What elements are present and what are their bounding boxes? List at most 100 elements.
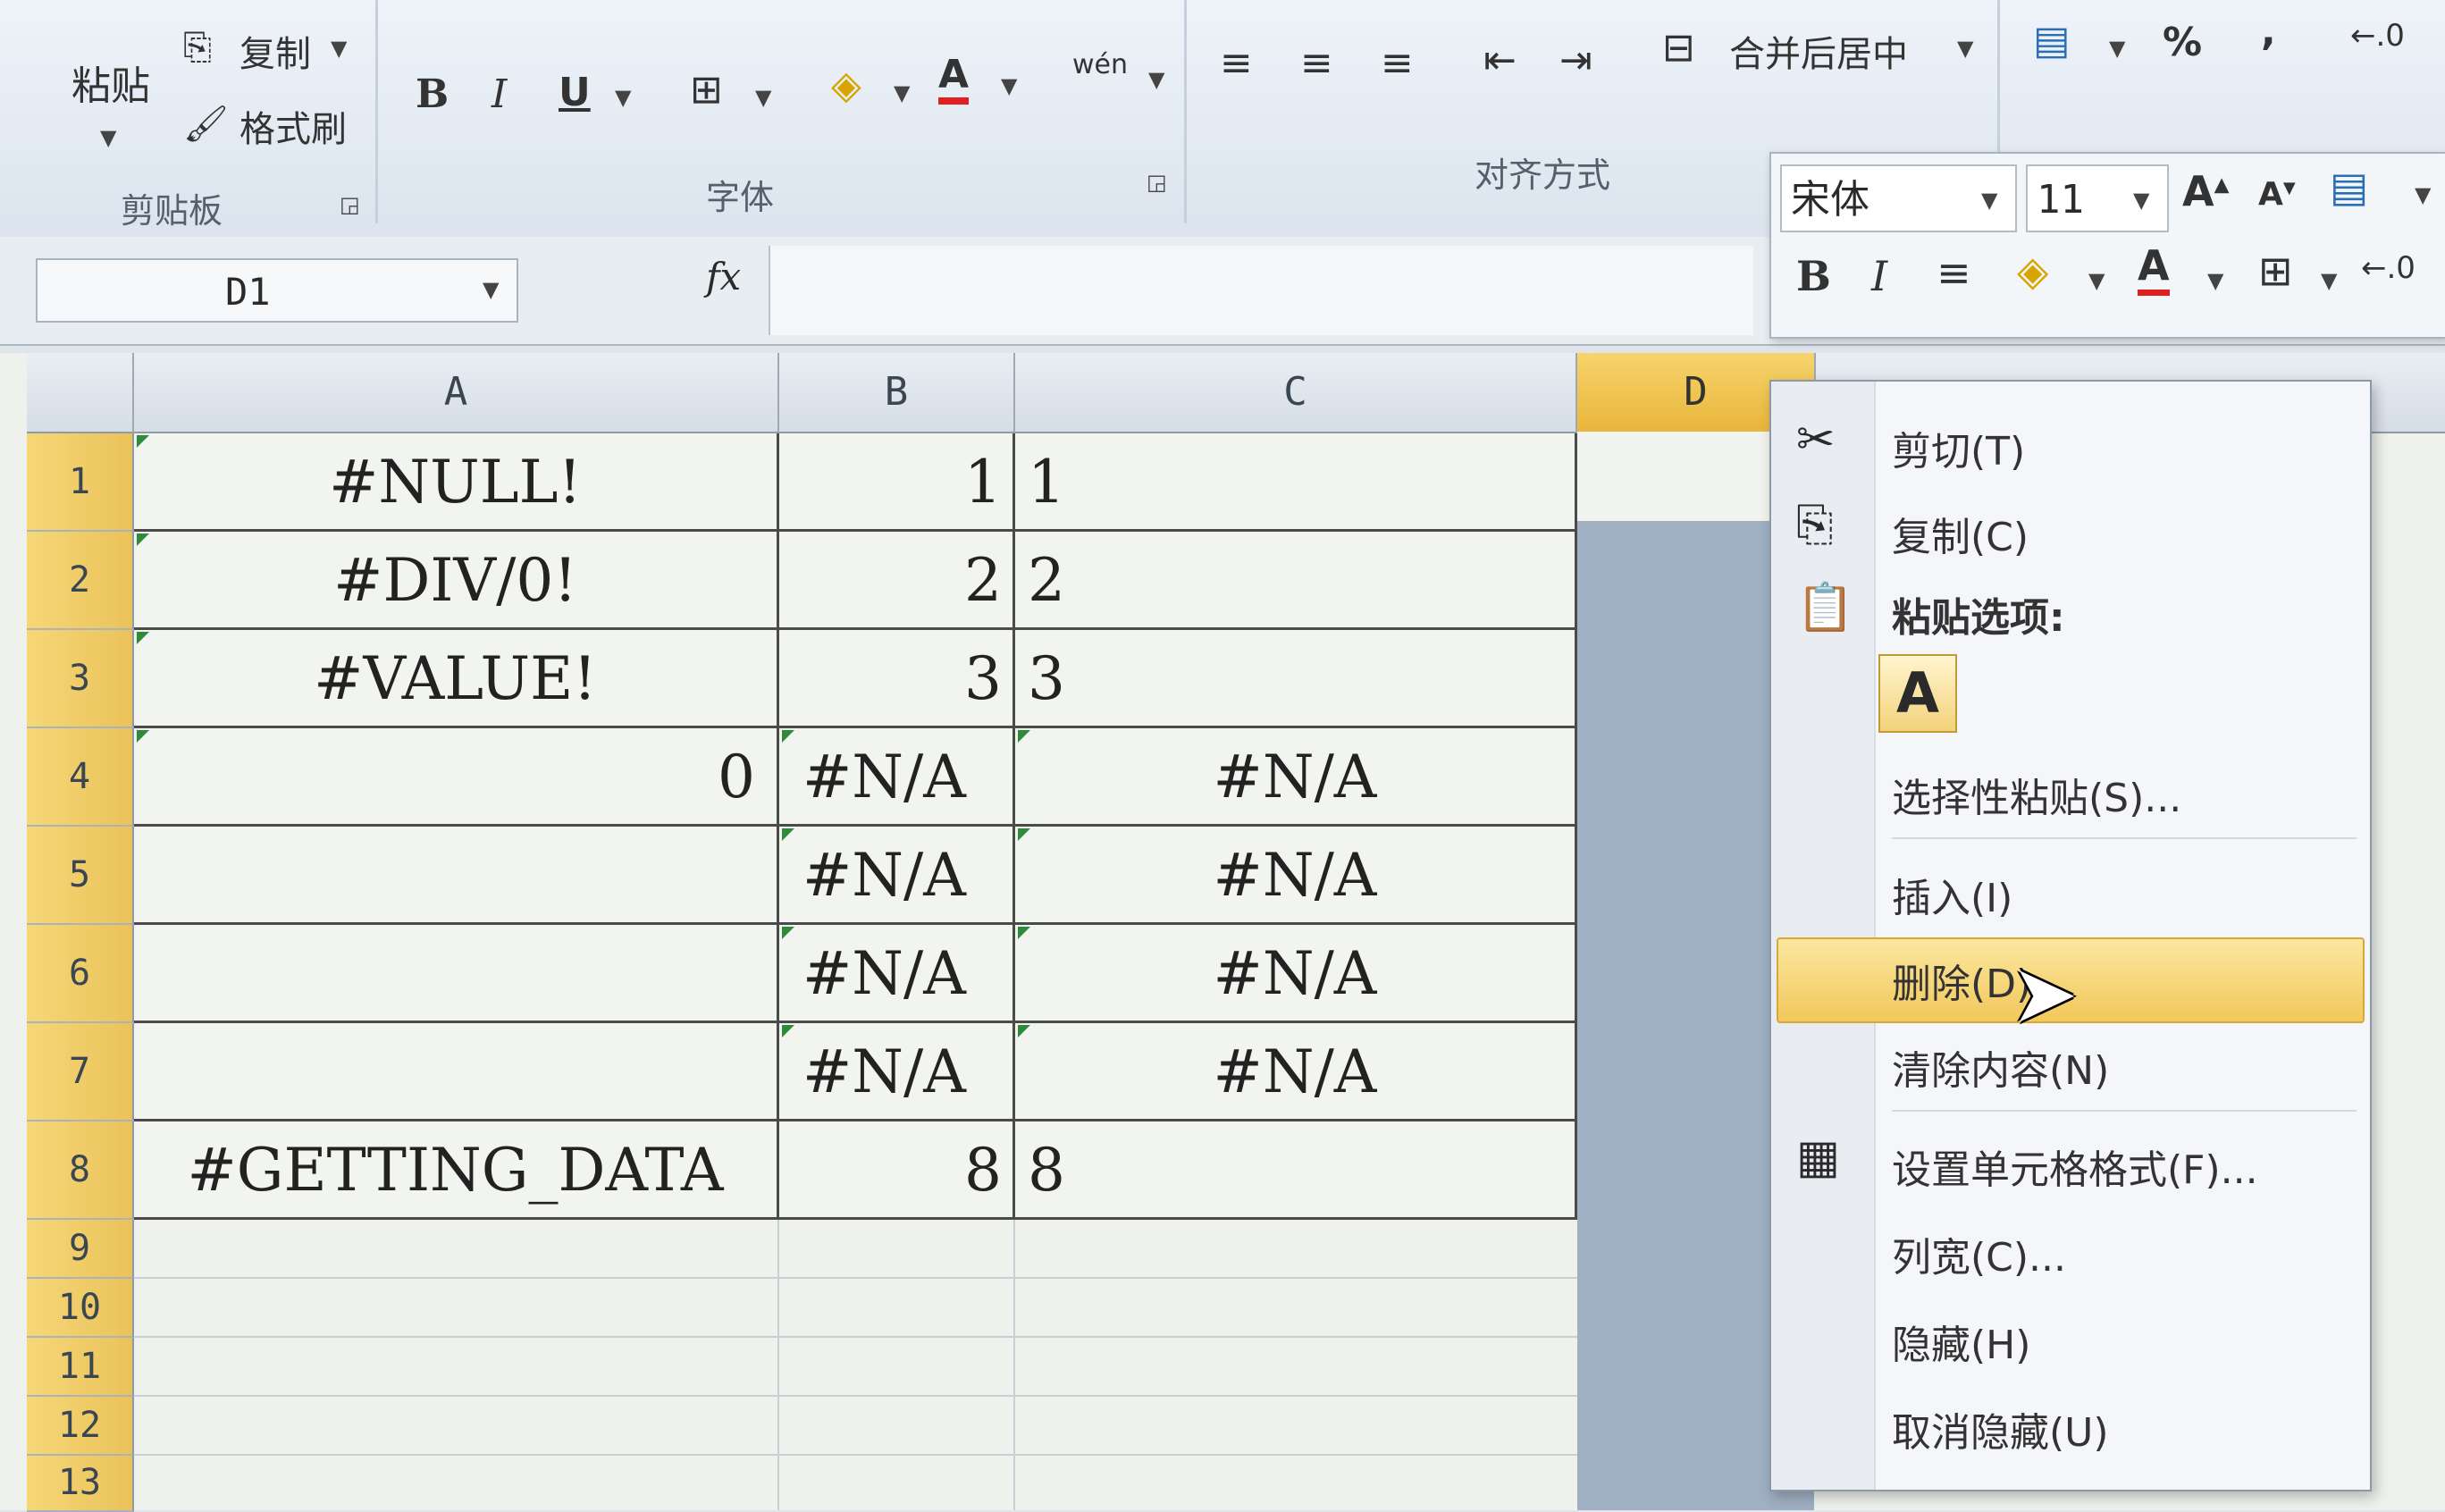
decrease-indent-icon[interactable]: ⇤ [1483, 38, 1517, 83]
mini-fill-color-icon[interactable]: ◈ [2017, 247, 2048, 295]
paste-values-button[interactable]: A [1878, 654, 1957, 733]
cell-a7[interactable] [134, 1023, 779, 1121]
cell-a2[interactable]: #DIV/0! [134, 532, 779, 630]
brush-icon[interactable]: 🖌 [183, 103, 229, 145]
currency-format-icon[interactable]: ▤ [2330, 163, 2368, 211]
border-icon[interactable]: ⊞ [690, 67, 723, 113]
cell-b6[interactable]: #N/A [779, 925, 1015, 1023]
row-header[interactable]: 10 [27, 1279, 134, 1338]
cell-c6[interactable]: #N/A [1015, 925, 1577, 1023]
fill-color-dropdown-icon[interactable]: ▼ [894, 80, 910, 105]
border-dropdown-icon[interactable]: ▼ [755, 85, 771, 110]
cell-c4[interactable]: #N/A [1015, 728, 1577, 827]
row-header[interactable]: 8 [27, 1121, 134, 1220]
cell-a1[interactable]: #NULL! [134, 433, 779, 532]
underline-dropdown-icon[interactable]: ▼ [615, 85, 631, 110]
cell-b5[interactable]: #N/A [779, 827, 1015, 925]
menu-item-hide[interactable]: 隐藏(H) [1892, 1313, 2030, 1370]
copy-button[interactable]: 复制 [239, 25, 311, 77]
mini-center-icon[interactable]: ≡ [1937, 248, 1971, 297]
format-painter-button[interactable]: 格式刷 [239, 100, 347, 152]
align-left-icon[interactable]: ≡ [1220, 40, 1253, 86]
row-header[interactable]: 5 [27, 827, 134, 925]
font-color-dropdown-icon[interactable]: ▼ [1001, 73, 1017, 98]
paste-dropdown-icon[interactable]: ▼ [100, 125, 116, 150]
cell-c8[interactable]: 8 [1015, 1121, 1577, 1220]
comma-button[interactable]: , [2261, 9, 2276, 55]
cell-a6[interactable] [134, 925, 779, 1023]
cell-a5[interactable] [134, 827, 779, 925]
row-header[interactable]: 2 [27, 532, 134, 630]
row-header[interactable]: 3 [27, 630, 134, 728]
menu-item-paste-special[interactable]: 选择性粘贴(S)... [1892, 766, 2181, 823]
select-all-corner[interactable] [27, 353, 134, 433]
column-header-b[interactable]: B [779, 353, 1015, 433]
currency-dropdown-icon[interactable]: ▼ [2415, 182, 2431, 207]
cell-b2[interactable]: 2 [779, 532, 1015, 630]
mini-font-color-dropdown-icon[interactable]: ▼ [2207, 268, 2223, 293]
italic-button[interactable]: I [492, 71, 507, 117]
copy-dropdown-icon[interactable]: ▼ [331, 36, 347, 61]
menu-item-clear-contents[interactable]: 清除内容(N) [1892, 1038, 2109, 1096]
font-name-dropdown-icon[interactable]: ▼ [1981, 188, 1997, 213]
cell-a8[interactable]: #GETTING_DATA [134, 1121, 779, 1220]
paste-button[interactable]: 粘贴 [71, 54, 150, 111]
column-header-a[interactable]: A [134, 353, 779, 433]
font-launcher-icon[interactable]: ◲ [1147, 170, 1167, 195]
cell-c3[interactable]: 3 [1015, 630, 1577, 728]
cell-c1[interactable]: 1 [1015, 433, 1577, 532]
merge-center-button[interactable]: 合并后居中 [1729, 25, 1908, 77]
menu-item-insert[interactable]: 插入(I) [1892, 866, 2012, 923]
mini-bold-button[interactable]: B [1796, 252, 1831, 300]
copy-icon[interactable]: ⎘ [183, 27, 212, 68]
align-right-icon[interactable]: ≡ [1381, 40, 1414, 86]
mini-border-icon[interactable]: ⊞ [2258, 247, 2293, 295]
percent-button[interactable]: % [2163, 20, 2202, 65]
fx-icon[interactable]: fx [706, 255, 741, 298]
row-header[interactable]: 13 [27, 1456, 134, 1512]
mini-border-dropdown-icon[interactable]: ▼ [2321, 268, 2337, 293]
menu-item-unhide[interactable]: 取消隐藏(U) [1892, 1400, 2109, 1457]
mini-font-color-button[interactable]: A [2138, 241, 2170, 296]
clipboard-launcher-icon[interactable]: ◲ [340, 192, 360, 217]
menu-item-format-cells[interactable]: 设置单元格格式(F)... [1892, 1138, 2258, 1195]
bold-button[interactable]: B [416, 71, 449, 117]
column-header-c[interactable]: C [1015, 353, 1577, 433]
cell-c7[interactable]: #N/A [1015, 1023, 1577, 1121]
increase-decimal-icon[interactable]: ←.0 [2350, 18, 2405, 54]
name-box[interactable]: D1 [36, 258, 518, 323]
mini-italic-button[interactable]: I [1871, 252, 1887, 300]
cell-b1[interactable]: 1 [779, 433, 1015, 532]
cell-b4[interactable]: #N/A [779, 728, 1015, 827]
align-center-icon[interactable]: ≡ [1300, 40, 1333, 86]
formula-input[interactable] [769, 246, 1753, 335]
phonetic-dropdown-icon[interactable]: ▼ [1148, 67, 1164, 92]
currency-format-icon[interactable]: ▤ [2033, 18, 2071, 63]
underline-button[interactable]: U [559, 70, 591, 115]
cell-a4[interactable]: 0 [134, 728, 779, 827]
row-header[interactable]: 6 [27, 925, 134, 1023]
cell-b3[interactable]: 3 [779, 630, 1015, 728]
cell-c2[interactable]: 2 [1015, 532, 1577, 630]
fill-color-icon[interactable]: ◈ [831, 63, 861, 108]
row-header[interactable]: 9 [27, 1220, 134, 1279]
merge-dropdown-icon[interactable]: ▼ [1957, 36, 1973, 61]
row-header[interactable]: 12 [27, 1397, 134, 1456]
merge-center-icon[interactable]: ⊟ [1662, 25, 1695, 71]
menu-item-copy[interactable]: 复制(C) [1892, 505, 2029, 562]
grow-font-icon[interactable]: A▲ [2182, 167, 2230, 215]
increase-indent-icon[interactable]: ⇥ [1559, 38, 1592, 83]
row-header[interactable]: 4 [27, 728, 134, 827]
row-header[interactable]: 1 [27, 433, 134, 532]
font-size-dropdown-icon[interactable]: ▼ [2133, 188, 2149, 213]
mini-increase-decimal-icon[interactable]: ←.0 [2361, 250, 2416, 286]
shrink-font-icon[interactable]: A▼ [2258, 176, 2296, 213]
row-header[interactable]: 7 [27, 1023, 134, 1121]
menu-item-column-width[interactable]: 列宽(C)... [1892, 1225, 2066, 1282]
menu-item-cut[interactable]: 剪切(T) [1892, 419, 2025, 476]
currency-dropdown-icon[interactable]: ▼ [2109, 36, 2125, 61]
cell-a3[interactable]: #VALUE! [134, 630, 779, 728]
font-color-button[interactable]: A [938, 52, 970, 105]
cell-c5[interactable]: #N/A [1015, 827, 1577, 925]
row-header[interactable]: 11 [27, 1338, 134, 1397]
